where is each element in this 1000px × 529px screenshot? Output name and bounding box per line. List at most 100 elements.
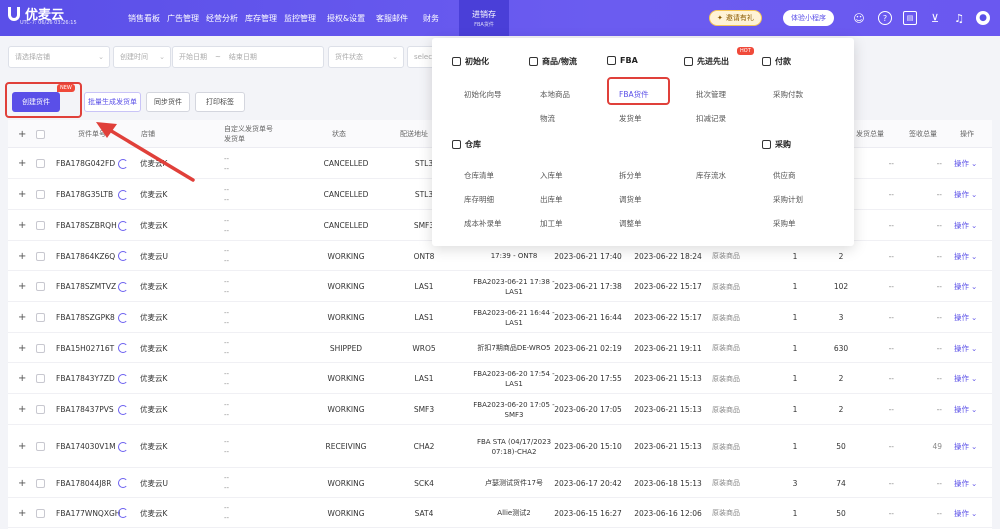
sync-icon[interactable] (118, 498, 134, 528)
menu-batch-manage[interactable]: 批次管理 (696, 89, 726, 100)
expand-row-icon[interactable]: + (18, 363, 28, 394)
row-checkbox[interactable] (36, 241, 48, 271)
sync-icon[interactable] (118, 425, 134, 468)
nav-item-7[interactable]: 财务 (412, 0, 450, 36)
invite-button[interactable]: ✦ 邀请有礼 (709, 10, 762, 26)
op-link[interactable]: 操作 ⌄ (954, 210, 984, 241)
date-type-select[interactable]: 创建时间 ⌄ (113, 46, 171, 68)
row-checkbox[interactable] (36, 148, 48, 179)
nav-item-inventory[interactable]: 进销存 FBA货件 (459, 0, 509, 36)
row-checkbox[interactable] (36, 468, 48, 498)
op-link[interactable]: 操作 ⌄ (954, 271, 984, 302)
menu-purchase-order[interactable]: 采购单 (773, 218, 796, 229)
row-checkbox[interactable] (36, 498, 48, 528)
op-link[interactable]: 操作 ⌄ (954, 498, 984, 528)
row-checkbox[interactable] (36, 363, 48, 394)
expand-row-icon[interactable]: + (18, 498, 28, 528)
bell-icon[interactable]: ♫ (952, 11, 966, 25)
sync-icon[interactable] (118, 302, 134, 333)
menu-outbound[interactable]: 出库单 (540, 194, 563, 205)
op-link[interactable]: 操作 ⌄ (954, 394, 984, 425)
row-checkbox[interactable] (36, 425, 48, 468)
sync-shipment-button[interactable]: 同步货件 (146, 92, 190, 112)
sync-icon[interactable] (118, 394, 134, 425)
row-checkbox[interactable] (36, 179, 48, 210)
nav-item-3[interactable]: 库存管理 (242, 0, 280, 36)
avatar-icon[interactable]: ● (976, 11, 990, 25)
table-row[interactable]: + FBA174030V1M 优麦云K -- -- RECEIVING CHA2 FBA ST… (8, 425, 992, 468)
menu-local-goods[interactable]: 本地商品 (540, 89, 570, 100)
user-service-icon[interactable]: ☺ (852, 11, 866, 25)
op-link[interactable]: 操作 ⌄ (954, 468, 984, 498)
expand-row-icon[interactable]: + (18, 394, 28, 425)
date-range-picker[interactable]: 开始日期 ~ 结束日期 (172, 46, 324, 68)
nav-item-4[interactable]: 监控管理 (281, 0, 319, 36)
menu-init-wizard[interactable]: 初始化向导 (464, 89, 502, 100)
expand-all-icon[interactable]: + (18, 120, 26, 148)
menu-adjust[interactable]: 调整单 (619, 218, 642, 229)
expand-row-icon[interactable]: + (18, 210, 28, 241)
sync-icon[interactable] (118, 210, 134, 241)
menu-purchase-plan[interactable]: 采购计划 (773, 194, 803, 205)
op-link[interactable]: 操作 ⌄ (954, 148, 984, 179)
expand-row-icon[interactable]: + (18, 241, 28, 271)
row-checkbox[interactable] (36, 333, 48, 363)
sync-icon[interactable] (118, 468, 134, 498)
expand-row-icon[interactable]: + (18, 468, 28, 498)
row-checkbox[interactable] (36, 210, 48, 241)
menu-ship-order[interactable]: 发货单 (619, 113, 642, 124)
menu-inbound[interactable]: 入库单 (540, 170, 563, 181)
row-checkbox[interactable] (36, 302, 48, 333)
menu-stock-detail[interactable]: 库存明细 (464, 194, 494, 205)
batch-generate-button[interactable]: 批量生成发货单 (84, 92, 141, 112)
expand-row-icon[interactable]: + (18, 425, 28, 468)
nav-item-0[interactable]: 销售看板 (125, 0, 163, 36)
op-link[interactable]: 操作 ⌄ (954, 333, 984, 363)
op-link[interactable]: 操作 ⌄ (954, 302, 984, 333)
expand-row-icon[interactable]: + (18, 302, 28, 333)
menu-transfer[interactable]: 调货单 (619, 194, 642, 205)
op-link[interactable]: 操作 ⌄ (954, 179, 984, 210)
table-row[interactable]: + FBA177WNQXGH 优麦云K -- -- WORKING SAT4 Allie测试2… (8, 498, 992, 528)
select-all-checkbox[interactable] (36, 120, 45, 148)
help-icon[interactable]: ? (878, 11, 892, 25)
menu-warehouse-list[interactable]: 仓库清单 (464, 170, 494, 181)
nav-item-5[interactable]: 授权&设置 (320, 0, 372, 36)
row-checkbox[interactable] (36, 271, 48, 302)
menu-cost-supplement[interactable]: 成本补录单 (464, 218, 502, 229)
menu-logistics[interactable]: 物流 (540, 113, 555, 124)
sync-icon[interactable] (118, 241, 134, 271)
print-label-button[interactable]: 打印标签 (195, 92, 245, 112)
sync-icon[interactable] (118, 148, 134, 179)
menu-stock-flow[interactable]: 库存流水 (696, 170, 726, 181)
menu-deduct-record[interactable]: 扣减记录 (696, 113, 726, 124)
message-icon[interactable]: ▤ (903, 11, 917, 25)
table-row[interactable]: + FBA178SZGPK8 优麦云K -- -- WORKING LAS1 FBA2023-… (8, 302, 992, 333)
sync-icon[interactable] (118, 179, 134, 210)
sync-icon[interactable] (118, 363, 134, 394)
store-select[interactable]: 请选择店铺 ⌄ (8, 46, 110, 68)
table-row[interactable]: + FBA17843Y7ZD 优麦云K -- -- WORKING LAS1 FBA2023-… (8, 363, 992, 394)
sync-icon[interactable] (118, 333, 134, 363)
op-link[interactable]: 操作 ⌄ (954, 241, 984, 271)
status-select[interactable]: 货件状态 ⌄ (328, 46, 404, 68)
table-row[interactable]: + FBA178437PVS 优麦云K -- -- WORKING SMF3 FBA2023-… (8, 394, 992, 425)
sync-icon[interactable] (118, 271, 134, 302)
expand-row-icon[interactable]: + (18, 271, 28, 302)
menu-purchase-pay[interactable]: 采购付款 (773, 89, 803, 100)
op-link[interactable]: 操作 ⌄ (954, 425, 984, 468)
expand-row-icon[interactable]: + (18, 333, 28, 363)
table-row[interactable]: + FBA178SZMTVZ 优麦云K -- -- WORKING LAS1 FBA2023-… (8, 271, 992, 302)
nav-item-2[interactable]: 经营分析 (203, 0, 241, 36)
table-row[interactable]: + FBA178044J8R 优麦云U -- -- WORKING SCK4 卢瑟测试货件17… (8, 468, 992, 498)
table-row[interactable]: + FBA15H02716T 优麦云K -- -- SHIPPED WRO5 折扣7期商品DE… (8, 333, 992, 363)
trial-miniapp-button[interactable]: 体验小程序 (783, 10, 834, 26)
row-checkbox[interactable] (36, 394, 48, 425)
nav-item-6[interactable]: 客服邮件 (373, 0, 411, 36)
cart-icon[interactable]: ⊻ (928, 11, 942, 25)
expand-row-icon[interactable]: + (18, 148, 28, 179)
menu-supplier[interactable]: 供应商 (773, 170, 796, 181)
expand-row-icon[interactable]: + (18, 179, 28, 210)
nav-item-1[interactable]: 广告管理 (164, 0, 202, 36)
op-link[interactable]: 操作 ⌄ (954, 363, 984, 394)
